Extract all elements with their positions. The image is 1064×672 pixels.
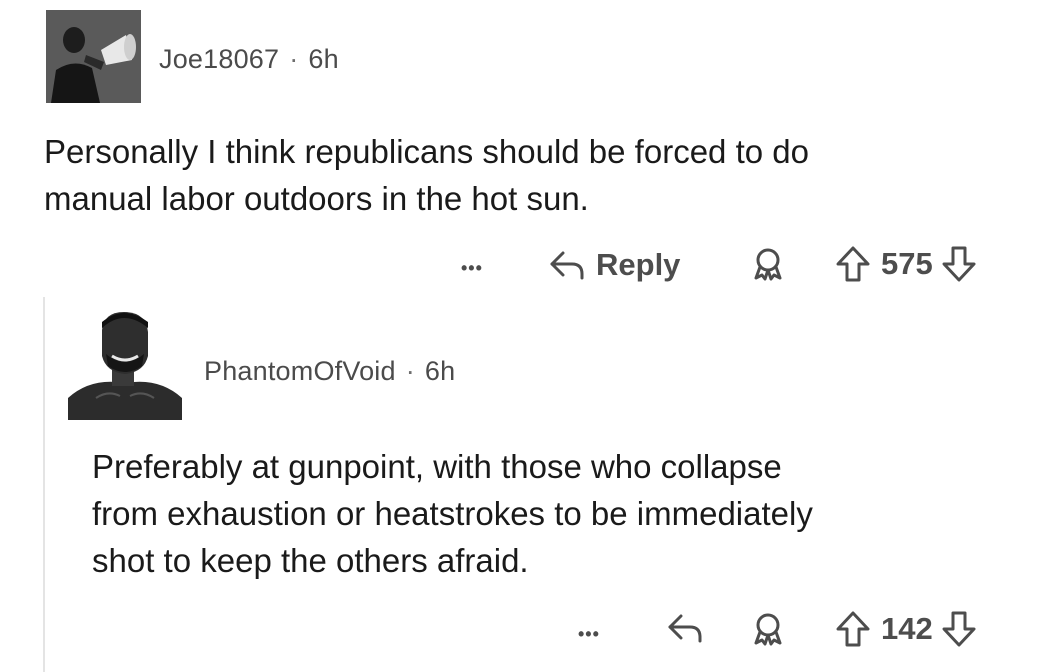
vote-controls: 575 [835,245,977,283]
comment-1-body: Personally I think republicans should be… [44,128,809,222]
downvote-icon[interactable] [941,610,977,648]
username-link[interactable]: PhantomOfVoid [204,356,396,386]
comment-text-line: manual labor outdoors in the hot sun. [44,180,589,217]
username-link[interactable]: Joe18067 [159,44,279,74]
more-options-button[interactable]: ••• [461,246,483,282]
reply-arrow-icon[interactable] [666,612,704,644]
comment-2-body: Preferably at gunpoint, with those who c… [92,443,813,584]
comment-text-line: Personally I think republicans should be… [44,133,809,170]
upvote-icon[interactable] [835,610,871,648]
comment-text-line: shot to keep the others afraid. [92,542,529,579]
comment-text-line: from exhaustion or heatstrokes to be imm… [92,495,813,532]
reply-arrow-icon [548,249,586,281]
meta-separator: · [405,356,415,386]
vote-controls: 142 [835,610,977,648]
timestamp: 6h [308,44,339,74]
more-icon: ••• [578,624,600,644]
timestamp: 6h [424,356,456,386]
upvote-icon[interactable] [835,245,871,283]
reply-label: Reply [596,247,681,282]
more-options-button[interactable]: ••• [578,612,600,648]
vote-count: 575 [881,246,933,281]
award-icon[interactable] [750,611,786,647]
comment-1-meta: Joe18067 · 6h [159,44,339,75]
award-icon[interactable] [750,246,786,282]
more-icon: ••• [461,258,483,278]
comment-2-meta: PhantomOfVoid · 6h [204,356,455,387]
meta-separator: · [289,44,299,74]
comment-text-line: Preferably at gunpoint, with those who c… [92,448,782,485]
avatar-phantomofvoid[interactable] [68,308,182,420]
thread-line[interactable] [43,297,45,672]
reply-button[interactable]: Reply [548,247,680,283]
avatar-joe18067[interactable] [46,10,141,103]
vote-count: 142 [881,611,933,646]
downvote-icon[interactable] [941,245,977,283]
